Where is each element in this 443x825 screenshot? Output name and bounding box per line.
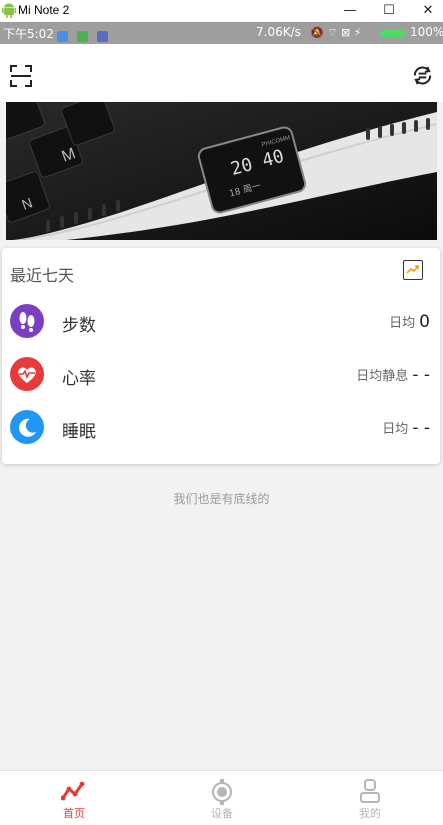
- heart-rate-metric: 日均静息 - -: [356, 365, 430, 385]
- sleep-metric-value: - -: [412, 418, 430, 438]
- status-bar: 下午5:02 7.06K/s 🔕 ⌔ ⊠ ⚡ 100%: [0, 22, 443, 44]
- battery-icon: [380, 30, 406, 37]
- status-time: 下午5:02: [3, 27, 54, 41]
- footprint-icon: [10, 304, 44, 338]
- end-of-list-note: 我们也是有底线的: [173, 492, 270, 506]
- tab-device[interactable]: 设备: [148, 771, 296, 825]
- maximize-button[interactable]: ☐: [377, 1, 401, 21]
- trend-icon: [406, 265, 419, 274]
- summary-card: 最近七天 步数 日均 0 心率 日均静息 - - 睡眠 日均 - -: [2, 248, 440, 464]
- heart-rate-icon: [10, 357, 44, 391]
- android-icon: [2, 3, 16, 18]
- heart-rate-metric-value: - -: [412, 365, 430, 385]
- minimize-button[interactable]: —: [338, 1, 362, 21]
- system-status-icons: 🔕 ⌔ ⊠ ⚡: [310, 26, 362, 39]
- sleep-label: 睡眠: [62, 422, 96, 442]
- steps-metric-label: 日均: [389, 316, 416, 331]
- heart-rate-metric-label: 日均静息: [356, 369, 409, 384]
- close-button[interactable]: ✕: [416, 1, 440, 21]
- sync-icon[interactable]: [411, 64, 434, 87]
- trend-chart-button[interactable]: [403, 260, 423, 280]
- window-title: Mi Note 2: [18, 3, 70, 17]
- device-icon: [212, 779, 232, 805]
- summary-title: 最近七天: [10, 266, 75, 285]
- window-title-bar: Mi Note 2 — ☐ ✕: [0, 0, 443, 22]
- heart-rate-row[interactable]: 心率 日均静息 - -: [2, 347, 440, 401]
- bottom-tab-bar: 首页 设备 我的: [0, 770, 443, 825]
- net-speed: 7.06K/s: [256, 25, 301, 39]
- tab-home-label: 首页: [63, 807, 85, 820]
- steps-metric-value: 0: [419, 312, 430, 332]
- sleep-row[interactable]: 睡眠 日均 - -: [2, 400, 440, 454]
- profile-icon: [360, 779, 380, 803]
- banner-image[interactable]: M N 20 40 18 周一 PHICOMM: [6, 102, 437, 240]
- steps-label: 步数: [62, 316, 96, 336]
- sleep-metric: 日均 - -: [382, 418, 430, 438]
- steps-row[interactable]: 步数 日均 0: [2, 294, 440, 348]
- moon-icon: [10, 410, 44, 444]
- steps-metric: 日均 0: [389, 312, 430, 332]
- tab-home[interactable]: 首页: [0, 771, 148, 825]
- tab-profile[interactable]: 我的: [296, 771, 443, 825]
- scan-icon[interactable]: [10, 65, 32, 87]
- tab-profile-label: 我的: [359, 807, 381, 820]
- heart-rate-label: 心率: [62, 369, 96, 389]
- tab-device-label: 设备: [211, 807, 233, 820]
- sleep-metric-label: 日均: [382, 422, 409, 437]
- home-pulse-icon: [61, 781, 85, 801]
- app-header: [0, 44, 443, 102]
- battery-level: 100%: [410, 25, 443, 39]
